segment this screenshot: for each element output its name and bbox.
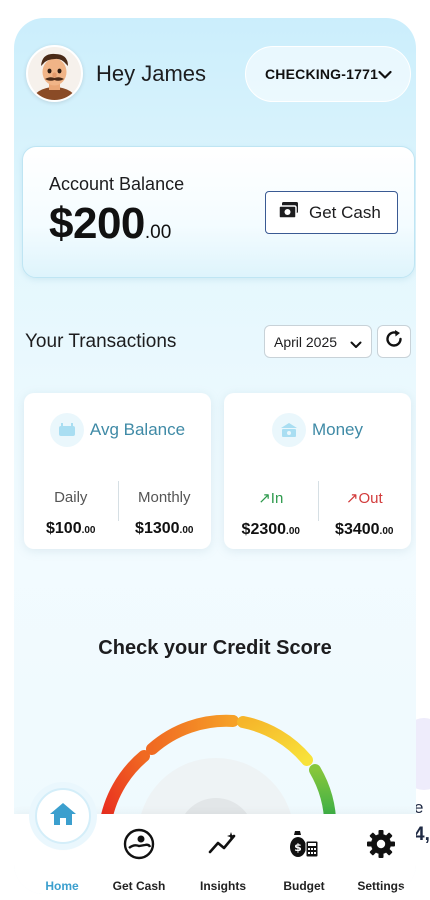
- money-in-text: In: [270, 490, 284, 507]
- nav-get-cash[interactable]: Get Cash: [104, 814, 174, 894]
- money-calculator-icon: $: [286, 826, 322, 862]
- nav-insights-label: Insights: [199, 879, 246, 893]
- balance-amount-cents: .00: [144, 222, 172, 243]
- nav-budget-label: Budget: [283, 879, 325, 893]
- money-in-value: $2300.00: [224, 521, 318, 539]
- gauge-segment-fair: [146, 714, 239, 755]
- cash-icon: [278, 201, 300, 224]
- money-in-dollars: $2300: [241, 521, 287, 538]
- money-out-label: ↗Out: [318, 489, 412, 507]
- get-cash-button[interactable]: Get Cash: [265, 191, 398, 234]
- money-in-cents: .00: [286, 526, 300, 537]
- daily-value: $100.00: [24, 520, 118, 538]
- wallet-icon: [49, 413, 84, 447]
- money-in-label: ↗In: [224, 489, 318, 507]
- money-out-text: Out: [358, 490, 383, 507]
- avg-balance-title: Avg Balance: [89, 420, 186, 439]
- arrow-up-right-icon: ↗: [345, 490, 359, 507]
- money-title: Money: [311, 420, 364, 439]
- refresh-button[interactable]: [377, 325, 411, 358]
- daily-stat: Daily $100.00: [24, 489, 118, 538]
- trend-sparkle-icon: [205, 826, 241, 862]
- bank-icon: [271, 413, 306, 447]
- daily-value-cents: .00: [81, 525, 96, 536]
- credit-score-title: Check your Credit Score: [98, 637, 332, 659]
- chevron-down-icon: [350, 337, 362, 353]
- nav-settings[interactable]: Settings: [346, 814, 416, 894]
- money-out-cents: .00: [379, 526, 394, 537]
- monthly-value: $1300.00: [118, 520, 212, 538]
- money-out-dollars: $3400: [335, 521, 380, 538]
- nav-settings-label: Settings: [357, 879, 405, 893]
- money-out-value: $3400.00: [318, 521, 412, 539]
- monthly-value-dollars: $1300: [135, 520, 180, 537]
- refresh-icon: [384, 329, 404, 354]
- account-selector[interactable]: CHECKING-1771: [245, 46, 411, 102]
- gauge-segment-good: [237, 716, 313, 766]
- monthly-label: Monthly: [137, 489, 191, 506]
- money-card: Money ↗In $2300.00 ↗Out $3400.00: [224, 393, 411, 549]
- daily-label: Daily: [54, 489, 88, 506]
- money-out-stat: ↗Out $3400.00: [318, 489, 412, 539]
- daily-value-dollars: $100: [46, 520, 82, 537]
- hand-coin-icon: [121, 826, 157, 862]
- home-button[interactable]: [35, 788, 91, 844]
- nav-home-label: Home: [45, 879, 79, 893]
- balance-amount-dollars: $200: [49, 199, 145, 248]
- month-selector[interactable]: April 2025: [264, 325, 372, 358]
- edge-number-fragment: 4,: [414, 824, 430, 845]
- nav-budget[interactable]: $ Budget: [269, 814, 339, 894]
- balance-amount: $200.00: [49, 199, 171, 249]
- gear-icon: [363, 826, 399, 862]
- money-in-stat: ↗In $2300.00: [224, 489, 318, 539]
- chevron-down-icon: [378, 67, 392, 83]
- monthly-stat: Monthly $1300.00: [118, 489, 212, 538]
- home-icon: [49, 801, 77, 832]
- avg-balance-card: Avg Balance Daily $100.00 Monthly $1300.…: [24, 393, 211, 549]
- balance-card: Account Balance $200.00 Get Cash: [22, 146, 415, 278]
- nav-get-cash-label: Get Cash: [112, 879, 166, 893]
- get-cash-label: Get Cash: [309, 202, 381, 222]
- transactions-title: Your Transactions: [25, 331, 177, 352]
- app-screen: Hey James CHECKING-1771 Account Balance …: [14, 18, 416, 894]
- header: Hey James CHECKING-1771: [14, 18, 416, 128]
- arrow-up-right-icon: ↗: [258, 490, 271, 507]
- account-selector-label: CHECKING-1771: [265, 66, 379, 82]
- money-header: Money: [224, 413, 411, 447]
- greeting: Hey James: [96, 61, 207, 86]
- avg-balance-header: Avg Balance: [24, 413, 211, 447]
- avatar-image: [28, 47, 81, 100]
- balance-label: Account Balance: [49, 174, 185, 194]
- avatar[interactable]: [26, 45, 83, 102]
- month-selector-label: April 2025: [274, 333, 338, 350]
- svg-text:$: $: [294, 841, 302, 854]
- nav-insights[interactable]: Insights: [188, 814, 258, 894]
- monthly-value-cents: .00: [179, 525, 194, 536]
